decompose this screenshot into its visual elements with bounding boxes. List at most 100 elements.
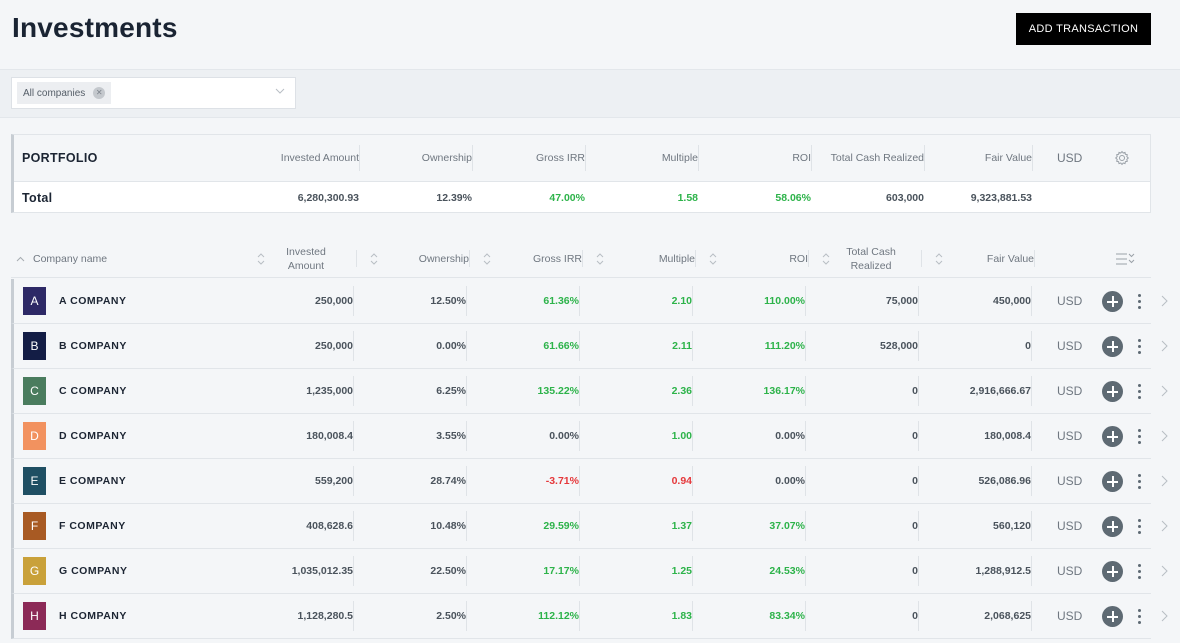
gear-icon[interactable]: [1114, 150, 1130, 166]
page-header: Investments ADD TRANSACTION: [0, 0, 1180, 70]
company-name[interactable]: D COMPANY: [59, 414, 127, 458]
cell-cash-realized: 528,000: [818, 324, 919, 368]
row-body[interactable]: D D COMPANY 180,008.4 3.55% 0.00% 1.00 0…: [11, 414, 1151, 459]
portfolio-currency: USD: [1057, 151, 1083, 165]
total-label: Total: [22, 190, 53, 205]
cell-roi: 83.34%: [705, 594, 806, 638]
chevron-down-icon[interactable]: [275, 86, 285, 96]
header-gross-irr[interactable]: Gross IRR: [482, 240, 583, 277]
header-roi[interactable]: ROI: [708, 240, 809, 277]
row-body[interactable]: A A COMPANY 250,000 12.50% 61.36% 2.10 1…: [11, 279, 1151, 324]
chevron-right-icon[interactable]: [1159, 384, 1169, 398]
chevron-right-icon[interactable]: [1159, 519, 1169, 533]
add-transaction-row-button[interactable]: [1102, 336, 1123, 357]
table-row[interactable]: D D COMPANY 180,008.4 3.55% 0.00% 1.00 0…: [11, 414, 1180, 459]
row-body[interactable]: E E COMPANY 559,200 28.74% -3.71% 0.94 0…: [11, 459, 1151, 504]
table-row[interactable]: A A COMPANY 250,000 12.50% 61.36% 2.10 1…: [11, 279, 1180, 324]
cell-roi: 0.00%: [705, 414, 806, 458]
sort-icon[interactable]: [482, 251, 492, 267]
sort-icon[interactable]: [708, 251, 718, 267]
add-transaction-row-button[interactable]: [1102, 291, 1123, 312]
add-transaction-row-button[interactable]: [1102, 561, 1123, 582]
sort-icon[interactable]: [934, 251, 944, 267]
page-title: Investments: [12, 12, 178, 43]
more-options-icon[interactable]: [1134, 473, 1144, 491]
table-row[interactable]: H H COMPANY 1,128,280.5 2.50% 112.12% 1.…: [11, 594, 1180, 639]
company-name[interactable]: C COMPANY: [59, 369, 127, 413]
row-body[interactable]: H H COMPANY 1,128,280.5 2.50% 112.12% 1.…: [11, 594, 1151, 639]
more-options-icon[interactable]: [1134, 518, 1144, 536]
header-fair-value[interactable]: Fair Value: [934, 240, 1035, 277]
company-name[interactable]: G COMPANY: [59, 549, 127, 593]
more-options-icon[interactable]: [1134, 428, 1144, 446]
sort-icon[interactable]: [821, 251, 831, 267]
more-options-icon[interactable]: [1134, 293, 1144, 311]
cell-ownership: 2.50%: [366, 594, 467, 638]
table-row[interactable]: E E COMPANY 559,200 28.74% -3.71% 0.94 0…: [11, 459, 1180, 504]
more-options-icon[interactable]: [1134, 608, 1144, 626]
cell-multiple: 1.37: [592, 504, 693, 548]
company-name[interactable]: F COMPANY: [59, 504, 126, 548]
company-name[interactable]: E COMPANY: [59, 459, 126, 503]
header-total-cash-realized[interactable]: Total Cash Realized: [821, 240, 922, 277]
cell-fair-value: 1,288,912.5: [931, 549, 1032, 593]
cell-fair-value: 560,120: [931, 504, 1032, 548]
more-options-icon[interactable]: [1134, 338, 1144, 356]
cell-gross-irr: 61.66%: [479, 324, 580, 368]
portfolio-total-row: Total 6,280,300.93 12.39% 47.00% 1.58 58…: [14, 182, 1150, 213]
table-row[interactable]: C C COMPANY 1,235,000 6.25% 135.22% 2.36…: [11, 369, 1180, 414]
cell-cash-realized: 0: [818, 414, 919, 458]
cell-currency: USD: [1057, 519, 1083, 533]
add-transaction-row-button[interactable]: [1102, 606, 1123, 627]
sort-icon[interactable]: [256, 251, 266, 267]
company-filter-select[interactable]: All companies ✕: [11, 77, 296, 109]
sort-icon[interactable]: [595, 251, 605, 267]
more-options-icon[interactable]: [1134, 383, 1144, 401]
cell-roi: 24.53%: [705, 549, 806, 593]
chevron-right-icon[interactable]: [1159, 339, 1169, 353]
cell-roi: 110.00%: [705, 279, 806, 323]
chevron-right-icon[interactable]: [1159, 474, 1169, 488]
table-row[interactable]: G G COMPANY 1,035,012.35 22.50% 17.17% 1…: [11, 549, 1180, 594]
chevron-right-icon[interactable]: [1159, 609, 1169, 623]
total-ownership: 12.39%: [436, 191, 472, 204]
header-ownership[interactable]: Ownership: [369, 240, 470, 277]
cell-fair-value: 526,086.96: [931, 459, 1032, 503]
cell-gross-irr: 112.12%: [479, 594, 580, 638]
cell-cash-realized: 0: [818, 369, 919, 413]
header-invested-amount[interactable]: Invested Amount: [256, 240, 357, 277]
row-body[interactable]: G G COMPANY 1,035,012.35 22.50% 17.17% 1…: [11, 549, 1151, 594]
more-options-icon[interactable]: [1134, 563, 1144, 581]
row-body[interactable]: F F COMPANY 408,628.6 10.48% 29.59% 1.37…: [11, 504, 1151, 549]
portfolio-label: PORTFOLIO: [22, 151, 98, 165]
cell-multiple: 1.25: [592, 549, 693, 593]
row-body[interactable]: B B COMPANY 250,000 0.00% 61.66% 2.11 11…: [11, 324, 1151, 369]
cell-currency: USD: [1057, 384, 1083, 398]
row-body[interactable]: C C COMPANY 1,235,000 6.25% 135.22% 2.36…: [11, 369, 1151, 414]
header-multiple[interactable]: Multiple: [595, 240, 696, 277]
chevron-right-icon[interactable]: [1159, 429, 1169, 443]
company-avatar: A: [23, 287, 46, 315]
add-transaction-row-button[interactable]: [1102, 426, 1123, 447]
column-menu-icon[interactable]: [1115, 251, 1137, 267]
company-name[interactable]: B COMPANY: [59, 324, 127, 368]
close-icon[interactable]: ✕: [93, 87, 106, 99]
filter-chip-label: All companies: [23, 87, 86, 99]
company-name[interactable]: H COMPANY: [59, 594, 127, 638]
table-row[interactable]: B B COMPANY 250,000 0.00% 61.66% 2.11 11…: [11, 324, 1180, 369]
add-transaction-button[interactable]: ADD TRANSACTION: [1016, 13, 1151, 45]
company-name[interactable]: A COMPANY: [59, 279, 127, 323]
cell-ownership: 12.50%: [366, 279, 467, 323]
add-transaction-row-button[interactable]: [1102, 381, 1123, 402]
header-cash-line1: Total Cash: [846, 245, 896, 258]
cell-ownership: 10.48%: [366, 504, 467, 548]
table-row[interactable]: F F COMPANY 408,628.6 10.48% 29.59% 1.37…: [11, 504, 1180, 549]
add-transaction-row-button[interactable]: [1102, 471, 1123, 492]
chevron-right-icon[interactable]: [1159, 294, 1169, 308]
sort-icon[interactable]: [369, 251, 379, 267]
sort-company-name[interactable]: Company name: [16, 240, 107, 277]
cell-gross-irr: 135.22%: [479, 369, 580, 413]
cell-fair-value: 0: [931, 324, 1032, 368]
add-transaction-row-button[interactable]: [1102, 516, 1123, 537]
chevron-right-icon[interactable]: [1159, 564, 1169, 578]
